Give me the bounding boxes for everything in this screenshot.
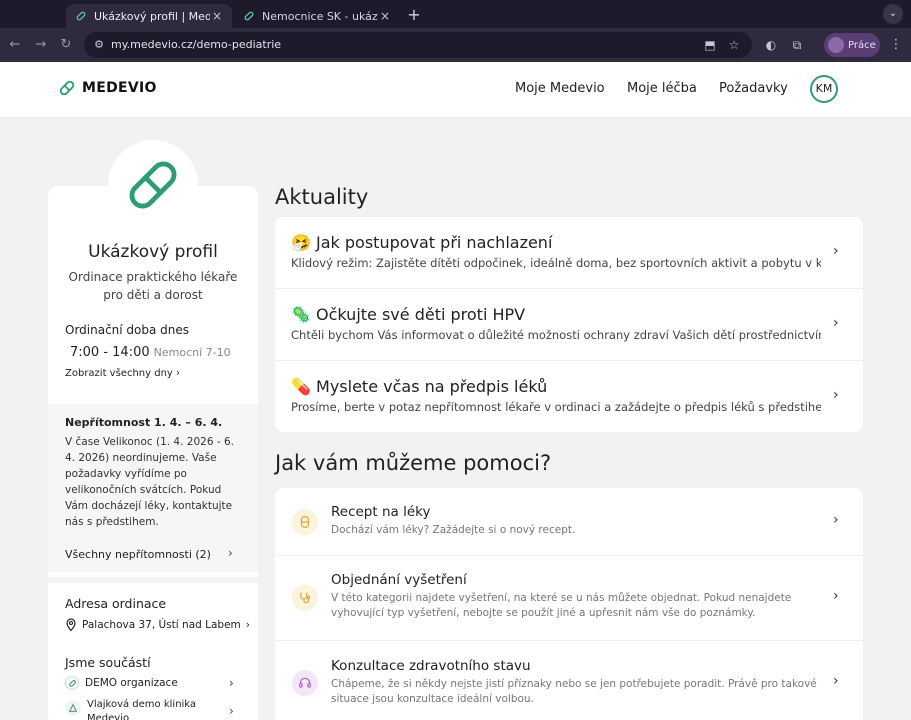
opening-hours: 7:00 - 14:00 Nemocní 7-10 — [70, 345, 231, 360]
pill-favicon-icon — [242, 9, 256, 23]
profile-avatar-icon — [828, 37, 844, 53]
help-item-konzultace[interactable]: Konzultace zdravotního stavu Chápeme, že… — [275, 641, 863, 720]
close-icon[interactable]: × — [210, 9, 224, 23]
help-title: Jak vám můžeme pomoci? — [275, 451, 552, 475]
chevron-right-icon: › — [833, 512, 839, 528]
browser-toolbar: ← → ↻ ⚙ my.medevio.cz/demo-pediatrie ⬒ ☆… — [0, 28, 911, 62]
divider — [48, 577, 258, 583]
chevron-right-icon: › — [833, 673, 839, 689]
all-absences-link[interactable]: Všechny nepřítomnosti (2) — [65, 548, 211, 561]
absence-title: Nepřítomnost 1. 4. – 6. 4. — [65, 416, 223, 429]
chevron-right-icon: › — [833, 387, 839, 403]
nav-pozadavky[interactable]: Požadavky — [719, 81, 788, 96]
forward-icon[interactable]: → — [32, 36, 50, 54]
more-menu-icon[interactable]: ⋮ — [888, 36, 904, 54]
chevron-right-icon: › — [833, 243, 839, 259]
help-item-recept[interactable]: Recept na léky Dochází vám léky? Zažádej… — [275, 488, 863, 556]
hours-note: Nemocní 7-10 — [153, 346, 231, 359]
pill-bottle-icon — [292, 509, 318, 535]
reload-icon[interactable]: ↻ — [57, 36, 75, 54]
member-demo-organizace[interactable]: DEMO organizace › — [65, 676, 234, 690]
pill-favicon-icon — [74, 9, 88, 23]
chevron-right-icon: › — [176, 368, 181, 379]
help-item-title: Recept na léky — [331, 504, 431, 520]
help-item-text: Chápeme, že si někdy nejste jistí přízna… — [331, 678, 817, 705]
nav-moje-lecba[interactable]: Moje léčba — [627, 81, 697, 96]
chevron-right-icon: › — [229, 704, 234, 718]
news-item-title: 🤧 Jak postupovat při nachlazení — [291, 233, 553, 252]
pill-icon: 💊 — [291, 377, 311, 396]
profile-logo — [108, 140, 198, 230]
news-item-text: Prosíme, berte v potaz nepřítomnost léka… — [291, 400, 821, 414]
hours-heading: Ordinační doba dnes — [65, 323, 190, 337]
install-app-icon[interactable]: ⬒ — [702, 37, 718, 53]
absence-text: V čase Velikonoc (1. 4. 2026 - 6. 4. 202… — [65, 436, 234, 528]
news-item-nachlazeni[interactable]: 🤧 Jak postupovat při nachlazení Klidový … — [275, 217, 863, 289]
news-item-title: 💊 Myslete včas na předpis léků — [291, 377, 548, 396]
profile-subtitle: Ordinace praktického lékaře pro děti a d… — [68, 270, 238, 302]
medevio-logo[interactable]: MEDEVIO — [58, 79, 157, 97]
puzzle-extensions-icon[interactable]: ⧉ — [788, 36, 806, 54]
news-item-title: 🦠 Očkujte své děti proti HPV — [291, 305, 526, 324]
news-item-text: Klidový režim: Zajistěte dítěti odpočine… — [291, 256, 821, 270]
show-all-days-link[interactable]: Zobrazit všechny dny › — [65, 368, 180, 379]
help-item-title: Objednání vyšetření — [331, 572, 467, 588]
news-item-text: Chtěli bychom Vás informovat o důležité … — [291, 328, 821, 342]
help-item-title: Konzultace zdravotního stavu — [331, 658, 531, 674]
address-text: Palachova 37, Ústí nad Labem — [82, 619, 241, 631]
tab-nemocnice[interactable]: Nemocnice SK - ukázkový pr × — [234, 4, 400, 28]
bookmark-star-icon[interactable]: ☆ — [726, 37, 742, 53]
url-text: my.medevio.cz/demo-pediatrie — [111, 38, 282, 51]
news-item-hpv[interactable]: 🦠 Očkujte své děti proti HPV Chtěli bych… — [275, 289, 863, 361]
logo-text: MEDEVIO — [82, 80, 157, 96]
pill-icon — [129, 161, 177, 209]
back-icon[interactable]: ← — [6, 36, 24, 54]
member-name: Vlajková demo klinika Medevio — [87, 699, 197, 720]
pill-logo-icon — [59, 80, 75, 96]
news-list: 🤧 Jak postupovat při nachlazení Klidový … — [275, 217, 863, 432]
help-item-vysetreni[interactable]: Objednání vyšetření V této kategorii naj… — [275, 556, 863, 641]
help-item-text: Dochází vám léky? Zažádejte si o nový re… — [331, 524, 576, 536]
member-name: DEMO organizace — [85, 677, 178, 689]
tab-label: Ukázkový profil | Medevio — [94, 9, 210, 23]
sneezing-face-icon: 🤧 — [291, 233, 311, 252]
news-title: Aktuality — [275, 185, 369, 209]
pill-icon — [65, 676, 79, 690]
help-list: Recept na léky Dochází vám léky? Zažádej… — [275, 488, 863, 720]
clinic-logo-icon — [65, 700, 81, 716]
tab-label: Nemocnice SK - ukázkový pr — [262, 9, 378, 23]
chevron-right-icon: › — [833, 588, 839, 604]
hours-value: 7:00 - 14:00 — [70, 345, 150, 360]
headset-icon — [292, 670, 318, 696]
address-link[interactable]: Palachova 37, Ústí nad Labem › — [65, 618, 250, 632]
address-bar[interactable]: ⚙ my.medevio.cz/demo-pediatrie ⬒ ☆ — [84, 32, 752, 58]
site-info-icon[interactable]: ⚙ — [92, 38, 106, 52]
help-item-text: V této kategorii najdete vyšetření, na k… — [331, 592, 792, 619]
profile-button[interactable]: Práce — [824, 33, 880, 57]
user-avatar[interactable]: KM — [810, 75, 838, 103]
member-heading: Jsme součástí — [65, 655, 151, 670]
show-all-days-label: Zobrazit všechny dny — [65, 368, 173, 379]
chevron-right-icon: › — [833, 315, 839, 331]
absence-notice: Nepřítomnost 1. 4. – 6. 4. V čase Veliko… — [48, 404, 258, 572]
news-item-predpis[interactable]: 💊 Myslete včas na předpis léků Prosíme, … — [275, 361, 863, 432]
address-heading: Adresa ordinace — [65, 596, 167, 611]
tab-medevio-profile[interactable]: Ukázkový profil | Medevio × — [66, 4, 232, 28]
profile-label: Práce — [848, 39, 876, 51]
location-pin-icon — [66, 618, 76, 632]
extension-icon[interactable]: ◐ — [762, 36, 780, 54]
microbe-icon: 🦠 — [291, 305, 311, 324]
profile-name: Ukázkový profil — [88, 242, 218, 262]
new-tab-button[interactable]: + — [404, 5, 424, 25]
stethoscope-icon — [292, 585, 318, 611]
close-icon[interactable]: × — [378, 9, 392, 23]
nav-moje-medevio[interactable]: Moje Medevio — [515, 81, 605, 96]
chevron-right-icon: › — [245, 619, 250, 631]
browser-tab-bar: Ukázkový profil | Medevio × Nemocnice SK… — [0, 0, 911, 28]
chevron-right-icon: › — [229, 676, 234, 690]
chevron-right-icon[interactable]: › — [228, 546, 233, 560]
member-vlajkova-klinika[interactable]: Vlajková demo klinika Medevio › — [65, 698, 245, 720]
site-header: MEDEVIO Moje Medevio Moje léčba Požadavk… — [0, 62, 911, 118]
tab-search-icon[interactable]: ⌄ — [883, 4, 903, 24]
